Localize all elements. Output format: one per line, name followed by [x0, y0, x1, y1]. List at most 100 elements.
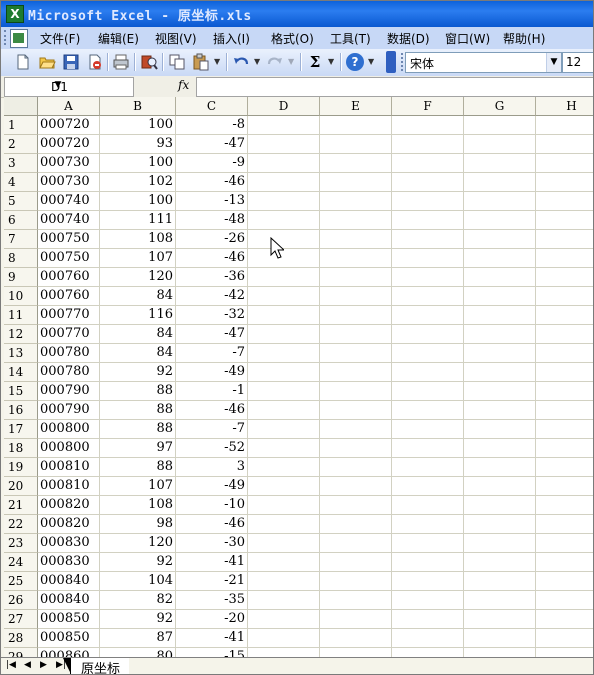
empty-cell[interactable]: [464, 173, 536, 192]
empty-cell[interactable]: [320, 154, 392, 173]
empty-cell[interactable]: [248, 439, 320, 458]
empty-cell[interactable]: [320, 534, 392, 553]
empty-cell[interactable]: [320, 610, 392, 629]
empty-cell[interactable]: [248, 477, 320, 496]
empty-cell[interactable]: [464, 515, 536, 534]
empty-cell[interactable]: [392, 249, 464, 268]
cell-value-c[interactable]: -42: [176, 287, 248, 306]
empty-cell[interactable]: [464, 553, 536, 572]
row-header[interactable]: 8: [4, 249, 38, 268]
worksheet-grid[interactable]: A B C D E F G H 1 000720 100 -8 2 000720 93 -47 3 000730 1…: [4, 97, 594, 657]
row-header[interactable]: 26: [4, 591, 38, 610]
empty-cell[interactable]: [392, 135, 464, 154]
row-header[interactable]: 1: [4, 116, 38, 135]
column-header[interactable]: B: [100, 97, 176, 116]
empty-cell[interactable]: [392, 458, 464, 477]
undo-icon[interactable]: [232, 53, 250, 71]
cell-value-b[interactable]: 100: [100, 116, 176, 135]
row-header[interactable]: 10: [4, 287, 38, 306]
empty-cell[interactable]: [464, 648, 536, 657]
cell-value-c[interactable]: -36: [176, 268, 248, 287]
cell-value-c[interactable]: -49: [176, 477, 248, 496]
empty-cell[interactable]: [464, 154, 536, 173]
empty-cell[interactable]: [536, 420, 594, 439]
empty-cell[interactable]: [392, 116, 464, 135]
copy-icon[interactable]: [168, 53, 186, 71]
empty-cell[interactable]: [248, 249, 320, 268]
empty-cell[interactable]: [320, 363, 392, 382]
empty-cell[interactable]: [248, 401, 320, 420]
menu-data[interactable]: 数据(D): [387, 30, 430, 47]
empty-cell[interactable]: [536, 154, 594, 173]
menu-edit[interactable]: 编辑(E): [98, 30, 139, 47]
row-header[interactable]: 18: [4, 439, 38, 458]
cell-value-b[interactable]: 111: [100, 211, 176, 230]
cell-code[interactable]: 000770: [38, 306, 100, 325]
empty-cell[interactable]: [320, 344, 392, 363]
empty-cell[interactable]: [464, 287, 536, 306]
empty-cell[interactable]: [464, 135, 536, 154]
autosum-icon[interactable]: Σ: [306, 53, 324, 71]
empty-cell[interactable]: [392, 420, 464, 439]
cell-value-b[interactable]: 88: [100, 420, 176, 439]
empty-cell[interactable]: [392, 572, 464, 591]
cell-code[interactable]: 000840: [38, 591, 100, 610]
cell-code[interactable]: 000800: [38, 420, 100, 439]
empty-cell[interactable]: [320, 268, 392, 287]
row-header[interactable]: 17: [4, 420, 38, 439]
empty-cell[interactable]: [392, 173, 464, 192]
empty-cell[interactable]: [320, 306, 392, 325]
empty-cell[interactable]: [248, 629, 320, 648]
cell-value-c[interactable]: -41: [176, 553, 248, 572]
empty-cell[interactable]: [464, 382, 536, 401]
cell-code[interactable]: 000810: [38, 477, 100, 496]
row-header[interactable]: 24: [4, 553, 38, 572]
empty-cell[interactable]: [248, 534, 320, 553]
cell-code[interactable]: 000860: [38, 648, 100, 657]
empty-cell[interactable]: [392, 230, 464, 249]
cell-code[interactable]: 000740: [38, 192, 100, 211]
formula-input[interactable]: [196, 77, 594, 97]
empty-cell[interactable]: [248, 268, 320, 287]
cell-code[interactable]: 000780: [38, 344, 100, 363]
empty-cell[interactable]: [248, 458, 320, 477]
empty-cell[interactable]: [392, 382, 464, 401]
cell-value-b[interactable]: 108: [100, 230, 176, 249]
empty-cell[interactable]: [320, 249, 392, 268]
empty-cell[interactable]: [536, 515, 594, 534]
cell-code[interactable]: 000720: [38, 116, 100, 135]
menu-window[interactable]: 窗口(W): [445, 30, 490, 47]
empty-cell[interactable]: [392, 439, 464, 458]
menu-view[interactable]: 视图(V): [155, 30, 197, 47]
empty-cell[interactable]: [392, 629, 464, 648]
cell-value-c[interactable]: -41: [176, 629, 248, 648]
sheet-tab[interactable]: 原坐标: [63, 658, 129, 675]
empty-cell[interactable]: [320, 629, 392, 648]
row-header[interactable]: 14: [4, 363, 38, 382]
cell-value-b[interactable]: 97: [100, 439, 176, 458]
empty-cell[interactable]: [536, 211, 594, 230]
cell-code[interactable]: 000770: [38, 325, 100, 344]
empty-cell[interactable]: [536, 135, 594, 154]
undo-dropdown-icon[interactable]: ▼: [254, 53, 262, 71]
empty-cell[interactable]: [536, 325, 594, 344]
empty-cell[interactable]: [392, 192, 464, 211]
empty-cell[interactable]: [320, 477, 392, 496]
row-header[interactable]: 25: [4, 572, 38, 591]
research-icon[interactable]: [140, 53, 158, 71]
empty-cell[interactable]: [320, 401, 392, 420]
empty-cell[interactable]: [464, 439, 536, 458]
empty-cell[interactable]: [536, 439, 594, 458]
toolbar-options-icon[interactable]: [386, 51, 396, 73]
empty-cell[interactable]: [392, 648, 464, 657]
chevron-down-icon[interactable]: ▼: [546, 53, 561, 72]
cell-value-c[interactable]: -49: [176, 363, 248, 382]
empty-cell[interactable]: [464, 401, 536, 420]
empty-cell[interactable]: [320, 382, 392, 401]
cell-code[interactable]: 000820: [38, 515, 100, 534]
empty-cell[interactable]: [536, 534, 594, 553]
cell-value-c[interactable]: -21: [176, 572, 248, 591]
font-size-select[interactable]: 12: [562, 52, 594, 73]
select-all-corner[interactable]: [4, 97, 38, 116]
empty-cell[interactable]: [536, 610, 594, 629]
